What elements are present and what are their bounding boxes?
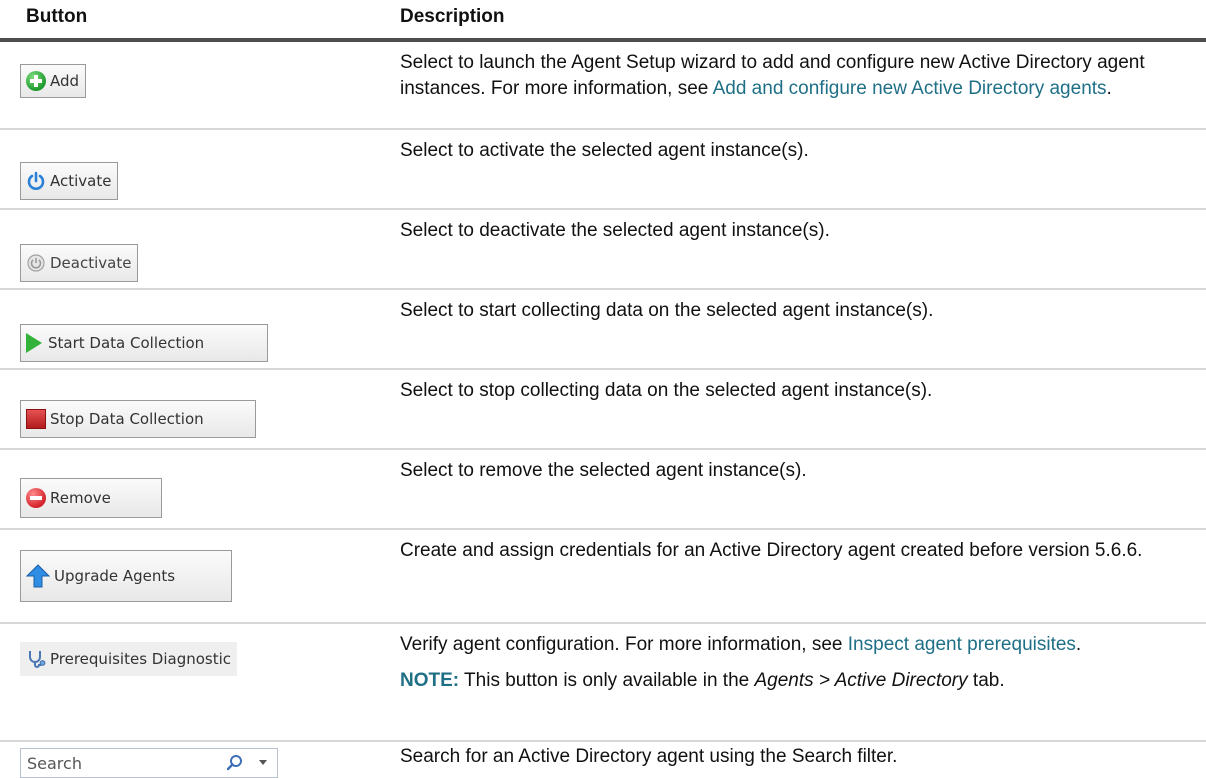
- header-button: Button: [26, 6, 88, 27]
- add-button[interactable]: Add: [20, 64, 87, 98]
- description-text: Select to remove the selected agent inst…: [400, 460, 807, 481]
- remove-circle-icon: [26, 488, 46, 508]
- arrow-up-icon: [25, 564, 51, 588]
- table-row: Search Search for an Active Directory ag…: [0, 742, 1206, 778]
- description-text: Verify agent configuration. For more inf…: [400, 634, 848, 655]
- prerequisites-diagnostic-label: Prerequisites Diagnostic: [50, 650, 232, 668]
- row-description: Select to remove the selected agent inst…: [400, 458, 1180, 484]
- description-text: Select to deactivate the selected agent …: [400, 220, 830, 241]
- description-text: Select to start collecting data on the s…: [400, 300, 934, 321]
- power-disabled-icon: [26, 253, 46, 273]
- note-paragraph: NOTE: This button is only available in t…: [400, 668, 1180, 694]
- note-text: This button is only available in the: [459, 670, 755, 691]
- upgrade-agents-button[interactable]: Upgrade Agents: [20, 550, 232, 602]
- activate-button[interactable]: Activate: [20, 162, 119, 200]
- header-description: Description: [400, 6, 505, 27]
- button-reference-table: Button Description Add Select to launch …: [0, 0, 1206, 778]
- search-input[interactable]: Search: [20, 748, 278, 778]
- note-text-end: tab.: [967, 670, 1005, 691]
- upgrade-agents-label: Upgrade Agents: [54, 567, 176, 585]
- table-row: Remove Select to remove the selected age…: [0, 450, 1206, 530]
- table-row: Start Data Collection Select to start co…: [0, 290, 1206, 370]
- stop-icon: [26, 409, 46, 429]
- description-text-end: .: [1075, 634, 1082, 655]
- row-description: Select to deactivate the selected agent …: [400, 218, 1180, 244]
- stop-data-collection-label: Stop Data Collection: [50, 410, 204, 428]
- add-agents-link[interactable]: Add and configure new Active Directory a…: [713, 78, 1107, 99]
- row-description: Create and assign credentials for an Act…: [400, 538, 1180, 564]
- add-button-label: Add: [50, 72, 80, 90]
- chevron-down-icon[interactable]: [259, 760, 267, 765]
- row-description: Select to activate the selected agent in…: [400, 138, 1180, 164]
- add-circle-icon: [26, 71, 46, 91]
- row-description: Search for an Active Directory agent usi…: [400, 744, 1180, 770]
- play-icon: [26, 333, 42, 353]
- search-placeholder: Search: [27, 754, 82, 773]
- deactivate-button[interactable]: Deactivate: [20, 244, 139, 282]
- remove-button-label: Remove: [50, 489, 111, 507]
- start-data-collection-label: Start Data Collection: [48, 334, 205, 352]
- power-icon: [26, 171, 46, 191]
- inspect-prerequisites-link[interactable]: Inspect agent prerequisites: [848, 634, 1076, 655]
- table-row: Prerequisites Diagnostic Verify agent co…: [0, 624, 1206, 742]
- row-description: Verify agent configuration. For more inf…: [400, 632, 1180, 694]
- table-row: Add Select to launch the Agent Setup wiz…: [0, 42, 1206, 130]
- table-row: Stop Data Collection Select to stop coll…: [0, 370, 1206, 450]
- deactivate-button-label: Deactivate: [50, 254, 132, 272]
- stop-data-collection-button[interactable]: Stop Data Collection: [20, 400, 256, 438]
- row-description: Select to stop collecting data on the se…: [400, 378, 1180, 404]
- start-data-collection-button[interactable]: Start Data Collection: [20, 324, 268, 362]
- note-label: NOTE:: [400, 670, 460, 691]
- description-text: Search for an Active Directory agent usi…: [400, 746, 898, 767]
- table-row: Deactivate Select to deactivate the sele…: [0, 210, 1206, 290]
- stethoscope-icon: [26, 649, 46, 669]
- note-path: Agents > Active Directory: [754, 670, 968, 691]
- description-text: Select to stop collecting data on the se…: [400, 380, 933, 401]
- remove-button[interactable]: Remove: [20, 478, 162, 518]
- description-text: Create and assign credentials for an Act…: [400, 540, 1143, 561]
- activate-button-label: Activate: [50, 172, 112, 190]
- description-text: Select to activate the selected agent in…: [400, 140, 809, 161]
- search-icon[interactable]: [225, 753, 245, 777]
- table-header: Button Description: [0, 0, 1206, 42]
- table-row: Activate Select to activate the selected…: [0, 130, 1206, 210]
- row-description: Select to start collecting data on the s…: [400, 298, 1180, 324]
- description-text-end: .: [1106, 78, 1112, 99]
- table-row: Upgrade Agents Create and assign credent…: [0, 530, 1206, 624]
- prerequisites-diagnostic-button[interactable]: Prerequisites Diagnostic: [20, 642, 238, 676]
- row-description: Select to launch the Agent Setup wizard …: [400, 50, 1180, 102]
